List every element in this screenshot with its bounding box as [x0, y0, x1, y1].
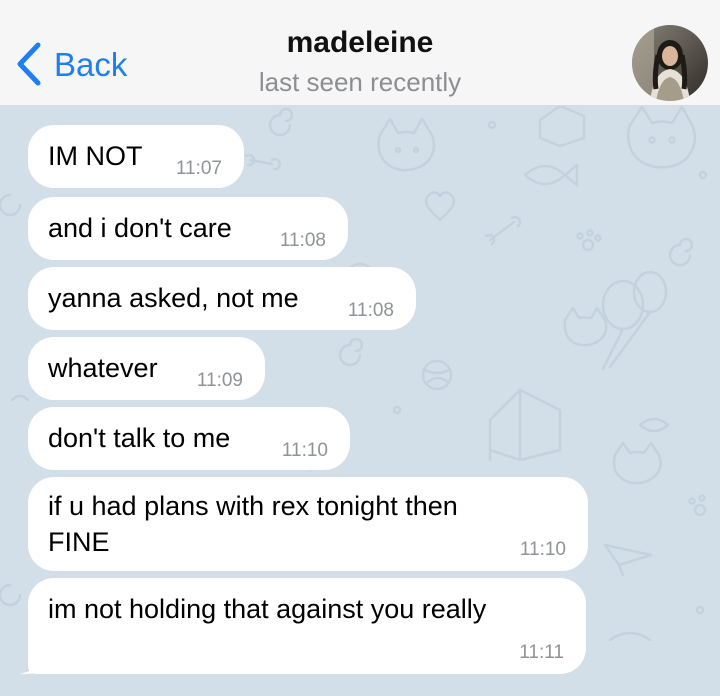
message-text: and i don't care [48, 213, 232, 243]
message-text: don't talk to me [48, 423, 231, 453]
chat-title[interactable]: madeleine last seen recently [200, 26, 520, 97]
message-bubble[interactable]: yanna asked, not me 11:08 [28, 267, 416, 330]
message-bubble[interactable]: IM NOT 11:07 [28, 125, 244, 188]
message-text: im not holding that against you really [48, 594, 487, 624]
contact-name: madeleine [286, 26, 434, 59]
message-bubble[interactable]: don't talk to me 11:10 [28, 407, 350, 470]
chevron-left-icon [17, 42, 41, 86]
message-text-line: FINE [48, 527, 110, 557]
contact-status: last seen recently [258, 67, 462, 97]
chat-screen: Back madeleine last seen recently IM NOT… [0, 0, 720, 696]
message-text: whatever [48, 353, 158, 383]
message-time: 11:08 [347, 300, 394, 321]
message-list[interactable]: IM NOT 11:07 and i don't care 11:08 yann… [0, 106, 720, 696]
message-time: 11:10 [519, 539, 566, 560]
back-button[interactable]: Back [14, 38, 127, 90]
message-time: 11:07 [175, 158, 222, 179]
message-time: 11:09 [196, 370, 243, 391]
message-bubble[interactable]: im not holding that against you really 1… [28, 578, 586, 674]
message-text: yanna asked, not me [48, 283, 299, 313]
message-bubble[interactable]: and i don't care 11:08 [28, 197, 348, 260]
message-text: IM NOT [48, 141, 143, 171]
back-label: Back [54, 45, 128, 83]
chat-header: Back madeleine last seen recently [0, 0, 720, 106]
avatar[interactable] [632, 25, 708, 101]
message-time: 11:11 [519, 642, 564, 663]
profile-photo [632, 25, 708, 101]
message-bubble[interactable]: whatever 11:09 [28, 337, 265, 400]
message-time: 11:08 [279, 230, 326, 251]
message-text-line: if u had plans with rex tonight then [48, 491, 458, 521]
message-time: 11:10 [281, 440, 328, 461]
message-bubble[interactable]: if u had plans with rex tonight then FIN… [28, 477, 588, 571]
